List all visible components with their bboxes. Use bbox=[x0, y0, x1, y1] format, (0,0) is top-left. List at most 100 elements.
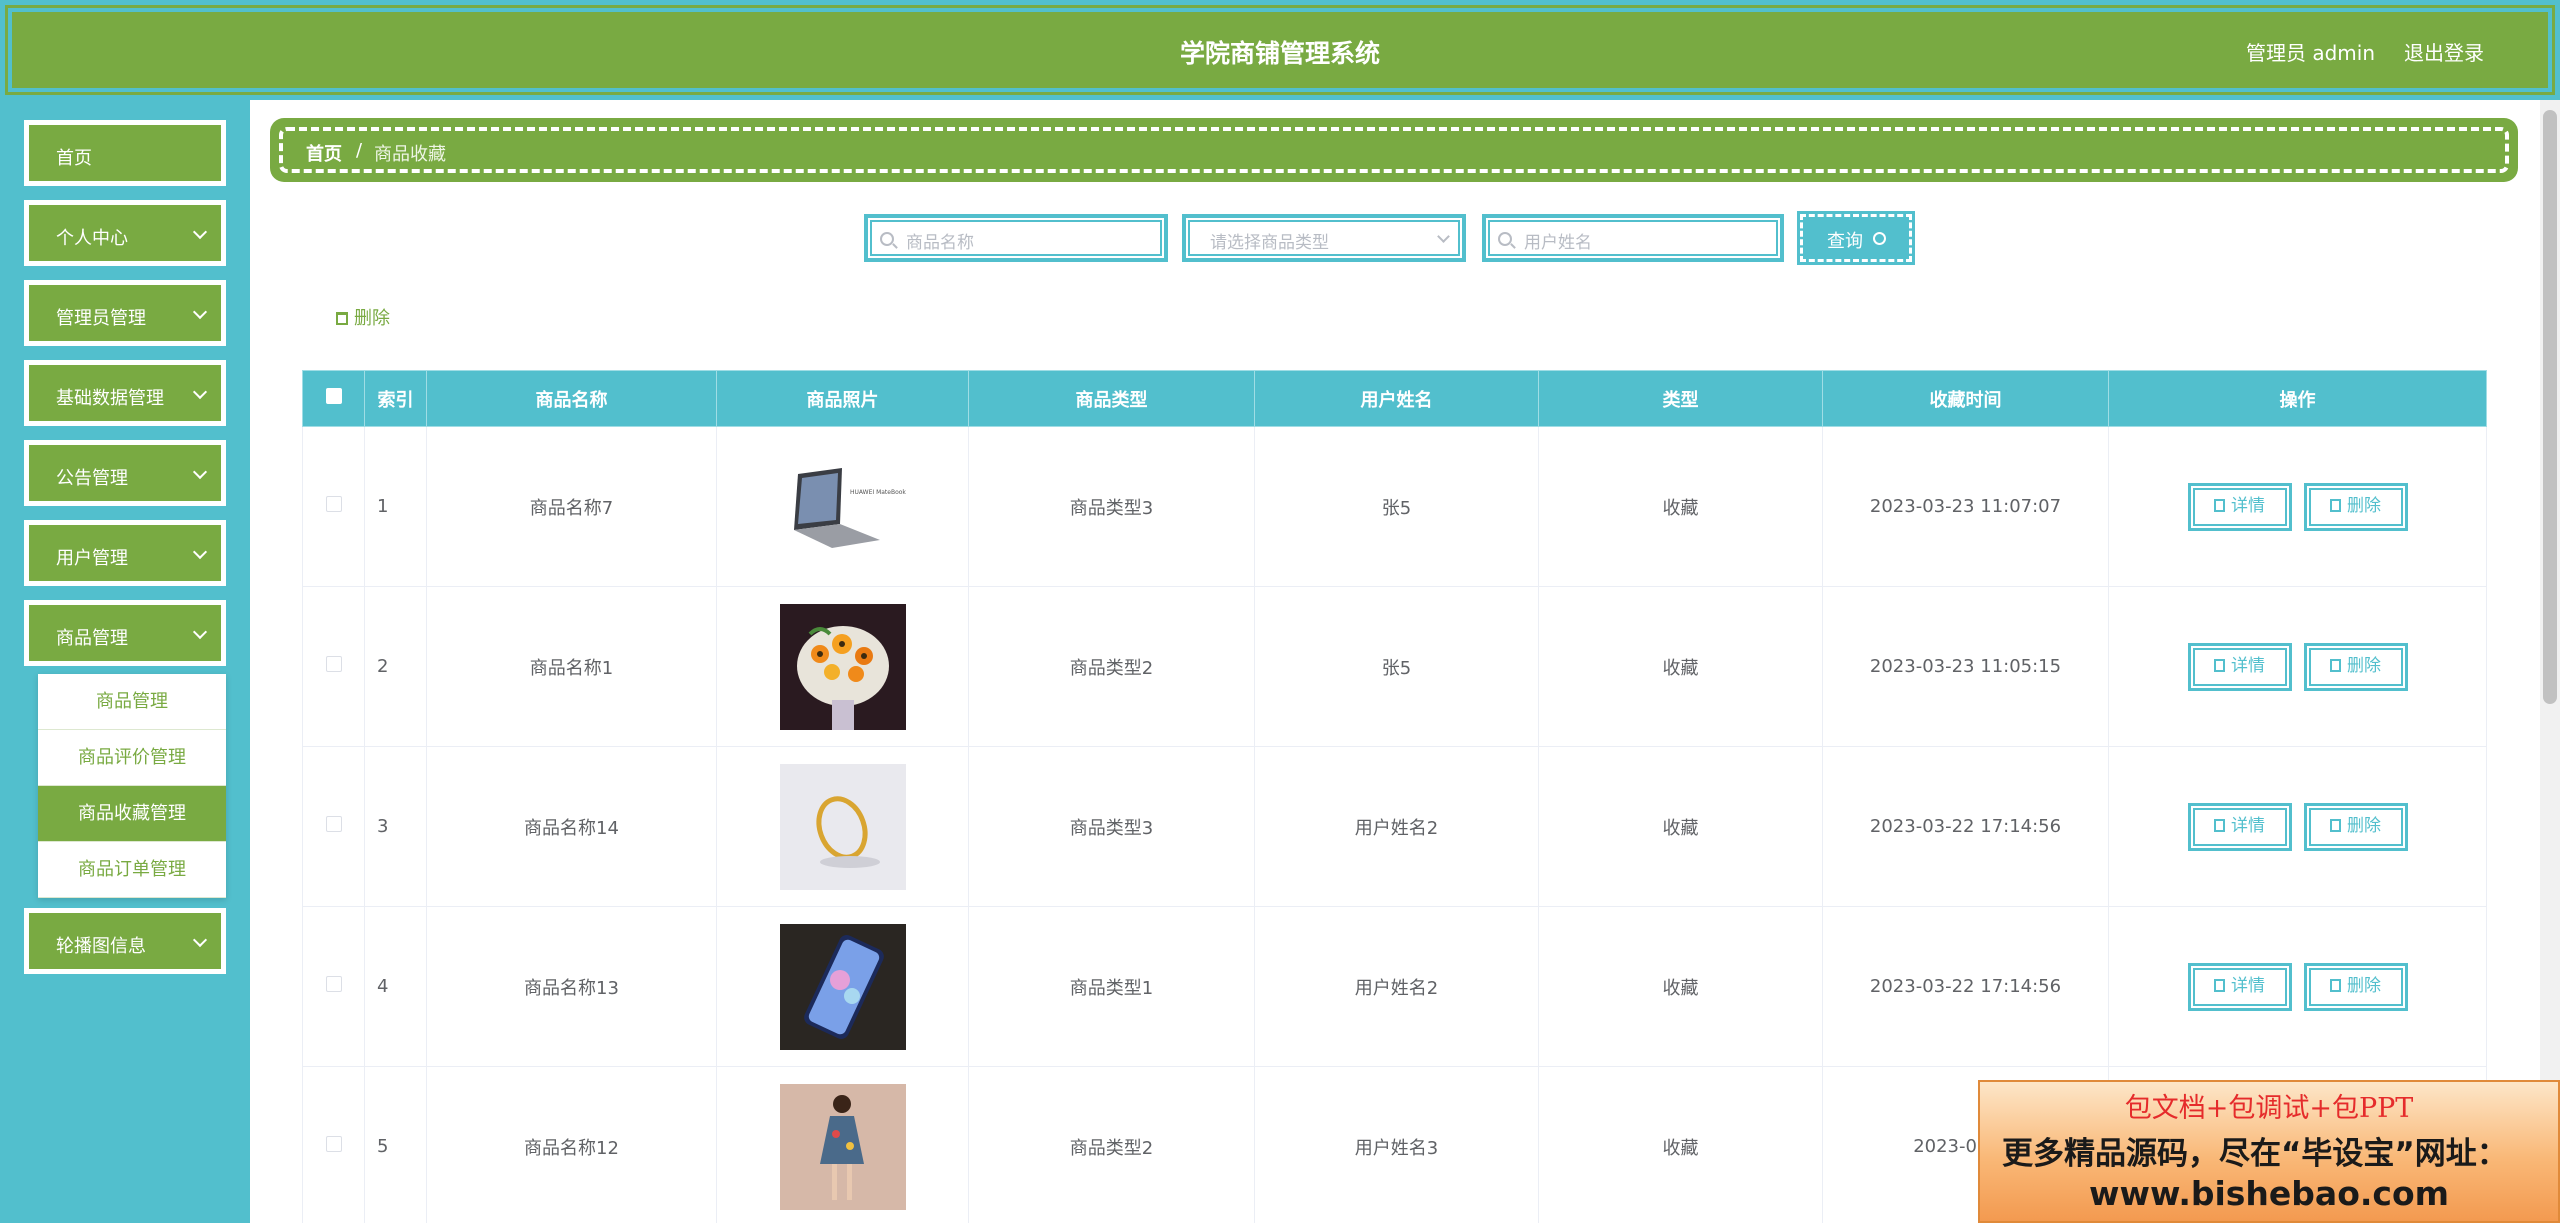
chevron-down-icon bbox=[1437, 230, 1450, 243]
sidebar: 首页 个人中心 管理员管理 基础数据管理 公告管理 用户管理 商品管理 轮播图信… bbox=[0, 100, 250, 1223]
chevron-down-icon bbox=[192, 304, 208, 320]
promo-line-2: 更多精品源码，尽在“毕设宝”网址： bbox=[2002, 1136, 2508, 1172]
row-index: 5 bbox=[364, 1066, 427, 1223]
delete-button[interactable]: 删除 bbox=[2303, 802, 2408, 851]
user-name-cell: 张5 bbox=[1254, 426, 1539, 587]
detail-button[interactable]: 详情 bbox=[2187, 802, 2292, 851]
document-icon bbox=[2214, 498, 2225, 512]
batch-delete-button[interactable]: 删除 bbox=[336, 304, 390, 330]
goods-submenu: 商品管理 商品评价管理 商品收藏管理 商品订单管理 bbox=[38, 674, 226, 898]
select-all-checkbox[interactable] bbox=[325, 388, 342, 404]
phone-photo bbox=[779, 923, 906, 1050]
user-name-cell: 用户姓名2 bbox=[1254, 906, 1539, 1067]
row-index: 4 bbox=[364, 906, 427, 1067]
submenu-goods-reviews[interactable]: 商品评价管理 bbox=[38, 730, 226, 786]
detail-label: 详情 bbox=[2231, 655, 2265, 676]
column-header: 商品类型 bbox=[968, 370, 1255, 427]
breadcrumb-home[interactable]: 首页 bbox=[306, 140, 342, 166]
document-icon bbox=[2214, 978, 2225, 992]
column-header: 收藏时间 bbox=[1822, 370, 2109, 427]
sidebar-item-label: 公告管理 bbox=[56, 468, 128, 489]
goods-name-search-input[interactable]: 商品名称 bbox=[864, 214, 1168, 262]
sidebar-item-label: 商品管理 bbox=[56, 628, 128, 649]
row-index: 1 bbox=[364, 426, 427, 587]
time-cell: 2023-03-23 11:07:07 bbox=[1822, 426, 2109, 587]
search-placeholder: 商品名称 bbox=[906, 233, 974, 253]
scrollbar-thumb[interactable] bbox=[2543, 110, 2557, 704]
column-header: 操作 bbox=[2108, 370, 2487, 427]
delete-button[interactable]: 删除 bbox=[2303, 962, 2408, 1011]
goods-name-cell: 商品名称14 bbox=[426, 746, 717, 907]
breadcrumb-separator: / bbox=[356, 140, 363, 161]
actions-cell: 详情 删除 bbox=[2108, 746, 2487, 907]
sidebar-item-notices[interactable]: 公告管理 bbox=[24, 440, 226, 506]
sidebar-item-goods[interactable]: 商品管理 bbox=[24, 600, 226, 666]
sidebar-item-basic-data[interactable]: 基础数据管理 bbox=[24, 360, 226, 426]
goods-type-cell: 商品类型1 bbox=[968, 906, 1255, 1067]
submenu-goods-orders[interactable]: 商品订单管理 bbox=[38, 842, 226, 898]
detail-label: 详情 bbox=[2231, 975, 2265, 996]
detail-label: 详情 bbox=[2231, 815, 2265, 836]
table-row: 4 商品名称13 商品类型1 用户姓名2 收藏 2023-03-22 17:14… bbox=[302, 906, 2487, 1067]
trash-icon bbox=[336, 312, 348, 325]
kind-cell: 收藏 bbox=[1538, 746, 1823, 907]
ring-photo bbox=[779, 763, 906, 890]
time-cell: 2023-03-22 17:14:56 bbox=[1822, 906, 2109, 1067]
svg-text:HUAWEI MateBook: HUAWEI MateBook bbox=[850, 489, 906, 496]
sidebar-item-profile[interactable]: 个人中心 bbox=[24, 200, 226, 266]
sidebar-item-home[interactable]: 首页 bbox=[24, 120, 226, 186]
breadcrumb: 首页 / 商品收藏 bbox=[270, 118, 2518, 182]
goods-photo-cell bbox=[716, 1066, 969, 1223]
sidebar-item-label: 用户管理 bbox=[56, 548, 128, 569]
delete-button[interactable]: 删除 bbox=[2303, 642, 2408, 691]
top-header: 学院商铺管理系统 管理员 admin 退出登录 bbox=[0, 0, 2560, 100]
row-checkbox[interactable] bbox=[325, 656, 342, 672]
row-checkbox[interactable] bbox=[325, 976, 342, 992]
column-header: 用户姓名 bbox=[1254, 370, 1539, 427]
goods-name-cell: 商品名称13 bbox=[426, 906, 717, 1067]
detail-button[interactable]: 详情 bbox=[2187, 642, 2292, 691]
user-name-cell: 用户姓名3 bbox=[1254, 1066, 1539, 1223]
detail-button[interactable]: 详情 bbox=[2187, 962, 2292, 1011]
submenu-goods-favorites[interactable]: 商品收藏管理 bbox=[38, 786, 226, 842]
app-title: 学院商铺管理系统 bbox=[1179, 39, 1380, 68]
chevron-down-icon bbox=[192, 624, 208, 640]
time-cell: 2023-03-23 11:05:15 bbox=[1822, 586, 2109, 747]
search-icon bbox=[1873, 232, 1886, 245]
delete-button[interactable]: 删除 bbox=[2303, 482, 2408, 531]
search-icon bbox=[1498, 232, 1512, 246]
batch-delete-label: 删除 bbox=[354, 308, 390, 329]
row-checkbox[interactable] bbox=[325, 496, 342, 512]
goods-photo-cell bbox=[716, 746, 969, 907]
sidebar-item-label: 首页 bbox=[56, 148, 92, 169]
goods-photo-cell: HUAWEI MateBook bbox=[716, 426, 969, 587]
sidebar-item-admins[interactable]: 管理员管理 bbox=[24, 280, 226, 346]
query-button[interactable]: 查询 bbox=[1797, 211, 1915, 265]
promo-line-1: 包文档+包调试+包PPT bbox=[2124, 1093, 2414, 1124]
sidebar-item-users[interactable]: 用户管理 bbox=[24, 520, 226, 586]
actions-cell: 详情 删除 bbox=[2108, 586, 2487, 747]
user-name-search-input[interactable]: 用户姓名 bbox=[1482, 214, 1784, 262]
search-placeholder: 用户姓名 bbox=[1524, 233, 1592, 253]
sidebar-item-label: 轮播图信息 bbox=[56, 936, 146, 957]
goods-type-select[interactable]: 请选择商品类型 bbox=[1182, 214, 1466, 262]
detail-button[interactable]: 详情 bbox=[2187, 482, 2292, 531]
delete-label: 删除 bbox=[2347, 975, 2381, 996]
breadcrumb-current: 商品收藏 bbox=[374, 144, 446, 165]
row-checkbox[interactable] bbox=[325, 816, 342, 832]
table-header-row: 索引 商品名称 商品照片 商品类型 用户姓名 类型 收藏时间 操作 bbox=[302, 370, 2487, 427]
sidebar-item-carousel[interactable]: 轮播图信息 bbox=[24, 908, 226, 974]
current-user: 管理员 admin bbox=[2246, 41, 2376, 65]
flowers-photo bbox=[779, 603, 906, 730]
select-all-cell bbox=[302, 370, 365, 427]
logout-link[interactable]: 退出登录 bbox=[2404, 37, 2484, 66]
row-checkbox[interactable] bbox=[325, 1136, 342, 1152]
column-header: 商品名称 bbox=[426, 370, 717, 427]
user-name-cell: 张5 bbox=[1254, 586, 1539, 747]
chevron-down-icon bbox=[192, 932, 208, 948]
sidebar-item-label: 基础数据管理 bbox=[56, 388, 164, 409]
query-button-label: 查询 bbox=[1827, 231, 1863, 252]
table-row: 1 商品名称7 HUAWEI MateBook 商品类型3 张5 收藏 2023… bbox=[302, 426, 2487, 587]
submenu-goods-management[interactable]: 商品管理 bbox=[38, 674, 226, 730]
detail-label: 详情 bbox=[2231, 495, 2265, 516]
